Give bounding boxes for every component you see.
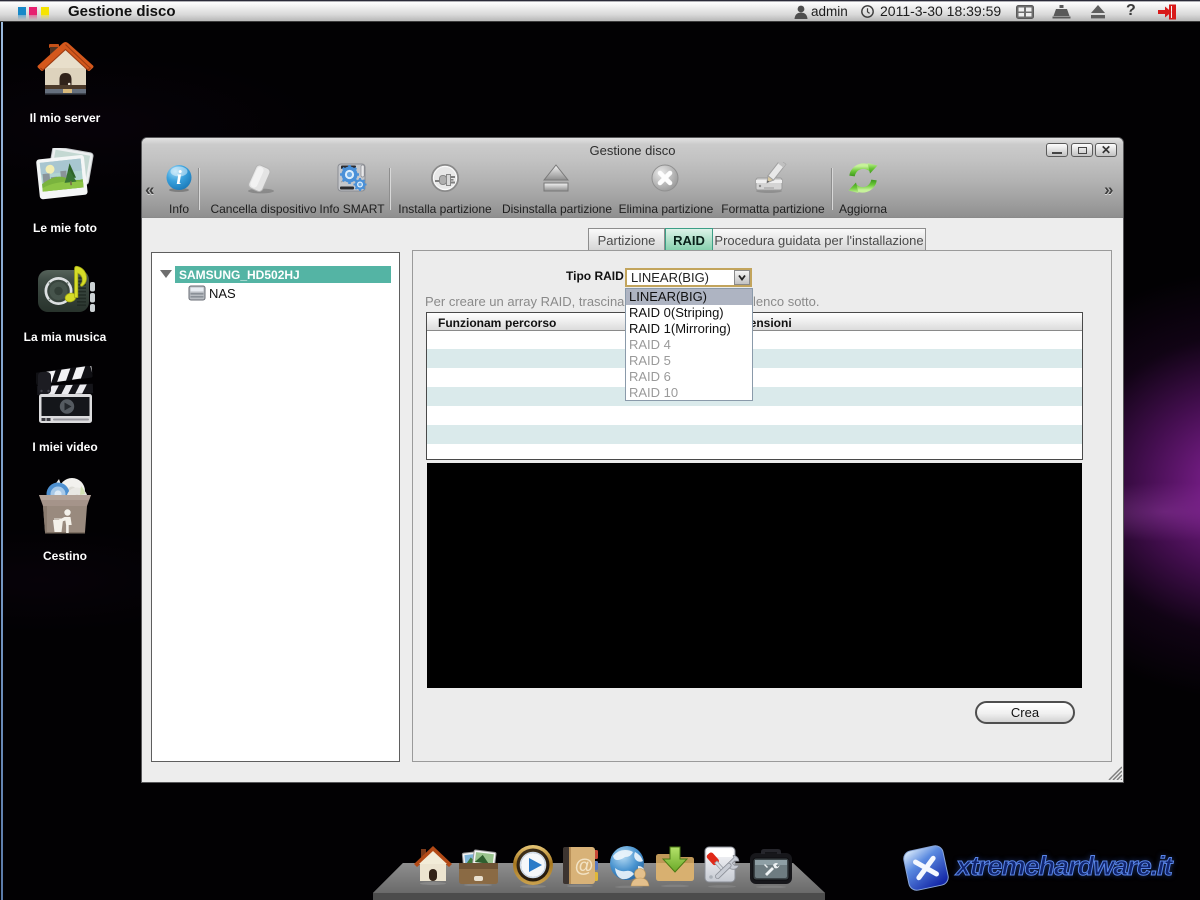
svg-text:i: i <box>176 167 182 189</box>
svg-text:@: @ <box>575 856 594 877</box>
